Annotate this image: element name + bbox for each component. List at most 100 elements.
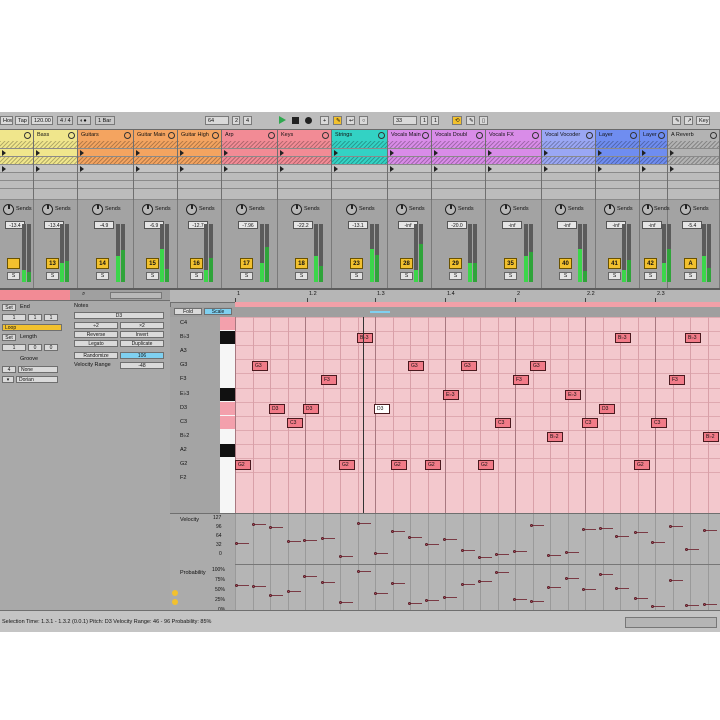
velocity-handle[interactable]	[599, 527, 602, 530]
track-activator[interactable]: 17	[240, 258, 253, 269]
send-knob[interactable]	[445, 204, 456, 215]
stop-icon[interactable]	[292, 117, 299, 124]
clip-slot[interactable]	[0, 149, 33, 157]
track-activator[interactable]: 40	[559, 258, 572, 269]
magnifier-icon[interactable]: ⌕	[82, 291, 85, 298]
clip-stop-icon[interactable]	[2, 166, 6, 172]
clip-slot[interactable]	[222, 165, 277, 173]
clip-play-icon[interactable]	[434, 150, 438, 156]
solo-button[interactable]: S	[146, 272, 159, 280]
send-knob[interactable]	[555, 204, 566, 215]
midi-note[interactable]: G3	[530, 361, 546, 372]
send-knob[interactable]	[346, 204, 357, 215]
probability-handle[interactable]	[269, 594, 272, 597]
track-activator[interactable]: A	[684, 258, 697, 269]
clip-slot[interactable]	[668, 165, 719, 173]
solo-button[interactable]: S	[190, 272, 203, 280]
midi-note[interactable]: C3	[651, 417, 667, 428]
volume-field[interactable]: -inf	[502, 221, 522, 229]
set-end-button[interactable]: Set	[2, 304, 16, 311]
probability-handle[interactable]	[685, 604, 688, 607]
track-activator[interactable]: 42	[644, 258, 657, 269]
probability-handle[interactable]	[391, 582, 394, 585]
clip-play-icon[interactable]	[390, 150, 394, 156]
clip-slot[interactable]	[332, 165, 387, 173]
clip-stop-icon[interactable]	[36, 166, 40, 172]
clip-slot[interactable]	[278, 141, 331, 149]
probability-handle[interactable]	[303, 575, 306, 578]
clip-play-icon[interactable]	[544, 150, 548, 156]
clip-stop-icon[interactable]	[334, 166, 338, 172]
clip-slot[interactable]	[134, 157, 177, 165]
volume-field[interactable]: -inf	[642, 221, 662, 229]
probability-handle[interactable]	[634, 597, 637, 600]
clip-slot[interactable]	[0, 181, 33, 189]
clip-slot[interactable]	[486, 181, 541, 189]
clip-slot[interactable]	[640, 141, 667, 149]
clip-slot[interactable]	[432, 165, 485, 173]
clip-slot[interactable]	[388, 173, 431, 181]
velocity-handle[interactable]	[391, 530, 394, 533]
probability-handle[interactable]	[513, 598, 516, 601]
clip-slot[interactable]	[222, 181, 277, 189]
clip-stop-icon[interactable]	[390, 166, 394, 172]
solo-button[interactable]: S	[96, 272, 109, 280]
clip-slot[interactable]	[486, 157, 541, 165]
midi-note[interactable]: D3	[599, 403, 615, 414]
clip-slot[interactable]	[432, 181, 485, 189]
key-map-button[interactable]: Key	[696, 116, 710, 125]
clip-play-icon[interactable]	[280, 150, 284, 156]
send-knob[interactable]	[236, 204, 247, 215]
velocity-handle[interactable]	[321, 537, 324, 540]
loop-start-sixteenth-field[interactable]: 1	[431, 116, 439, 125]
clip-slot[interactable]	[222, 141, 277, 149]
clip-slot[interactable]	[640, 173, 667, 181]
velocity-handle[interactable]	[703, 529, 706, 532]
clip-slot[interactable]	[596, 165, 639, 173]
play-icon[interactable]	[279, 116, 286, 124]
clip-slot[interactable]	[278, 181, 331, 189]
black-key[interactable]	[220, 387, 235, 401]
midi-note[interactable]: D3	[269, 403, 285, 414]
clip-slot[interactable]	[178, 181, 221, 189]
clip-stop-icon[interactable]	[544, 166, 548, 172]
re-enable-button[interactable]: ↩	[346, 116, 355, 125]
midi-note[interactable]: G2	[425, 460, 441, 470]
clip-slot[interactable]	[668, 173, 719, 181]
send-knob[interactable]	[291, 204, 302, 215]
clip-slot[interactable]	[222, 157, 277, 165]
velocity-handle[interactable]	[669, 525, 672, 528]
clip-slot[interactable]	[596, 181, 639, 189]
volume-field[interactable]: -22.2	[293, 221, 313, 229]
track-activator[interactable]: 28	[400, 258, 413, 269]
track-activator[interactable]: 18	[295, 258, 308, 269]
track-activator[interactable]: 15	[146, 258, 159, 269]
metronome-button[interactable]: ◐●	[77, 116, 91, 125]
clip-play-icon[interactable]	[670, 150, 674, 156]
track-gear-icon[interactable]	[422, 132, 429, 139]
clip-slot[interactable]	[486, 173, 541, 181]
midi-note[interactable]: F3	[513, 375, 529, 386]
send-knob[interactable]	[500, 204, 511, 215]
arrow-icon[interactable]: ↗	[684, 116, 693, 125]
black-key[interactable]	[220, 331, 235, 345]
clip-slot[interactable]	[640, 149, 667, 157]
piano-keyboard[interactable]	[220, 317, 235, 513]
clip-slot[interactable]	[432, 173, 485, 181]
midi-note[interactable]: G2	[391, 460, 407, 470]
track-activator[interactable]: 16	[190, 258, 203, 269]
draw-mode-button[interactable]: ✎	[466, 116, 475, 125]
clip-slot[interactable]	[596, 157, 639, 165]
clip-stop-icon[interactable]	[670, 166, 674, 172]
clip-slot[interactable]	[78, 173, 133, 181]
track-activator[interactable]	[7, 258, 20, 269]
clip-stop-icon[interactable]	[136, 166, 140, 172]
velocity-handle[interactable]	[651, 541, 654, 544]
velocity-handle[interactable]	[530, 524, 533, 527]
track-gear-icon[interactable]	[212, 132, 219, 139]
clip-slot[interactable]	[134, 165, 177, 173]
clip-slot[interactable]	[432, 149, 485, 157]
randomize-amount-field[interactable]: 106	[120, 352, 164, 359]
solo-button[interactable]: S	[46, 272, 59, 280]
clip-play-icon[interactable]	[334, 150, 338, 156]
